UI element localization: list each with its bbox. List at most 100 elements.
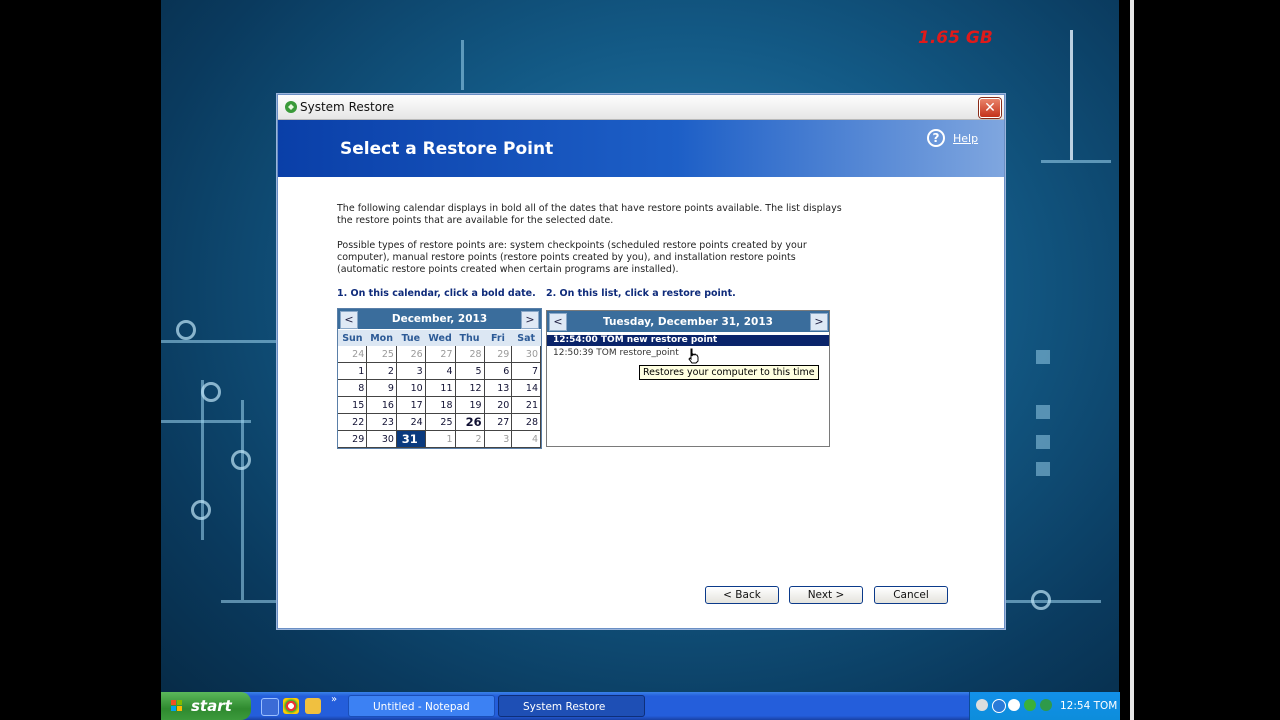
calendar-day[interactable]: 21 <box>511 396 541 414</box>
calendar-grid: Sun Mon Tue Wed Thu Fri Sat 24 25 26 27 … <box>338 330 541 448</box>
calendar-day[interactable]: 1 <box>338 362 368 380</box>
calendar-day[interactable]: 2 <box>366 362 397 380</box>
calendar-day[interactable]: 17 <box>396 396 426 414</box>
close-button[interactable]: ✕ <box>979 98 1001 118</box>
weekday-header: Wed <box>425 330 455 346</box>
calendar-day[interactable]: 9 <box>366 379 397 397</box>
task-label: Untitled - Notepad <box>373 701 470 713</box>
cancel-button[interactable]: Cancel <box>874 586 948 604</box>
calendar-day[interactable]: 30 <box>511 346 541 363</box>
calendar-day[interactable]: 26 <box>396 346 426 363</box>
weekday-header: Thu <box>455 330 485 346</box>
list-instruction: 2. On this list, click a restore point. <box>546 288 736 299</box>
title-bar[interactable]: System Restore ✕ <box>278 95 1004 120</box>
help-icon[interactable]: ? <box>927 129 945 147</box>
calendar-day[interactable]: 23 <box>366 413 397 431</box>
calendar-day-selected[interactable]: 31 <box>396 430 426 448</box>
restore-point-item-selected[interactable]: 12:54:00 TOM new restore point <box>547 335 829 346</box>
calendar-day[interactable]: 25 <box>366 346 397 363</box>
calendar-day[interactable]: 4 <box>425 362 456 380</box>
calendar-day[interactable]: 28 <box>455 346 485 363</box>
restore-point-time: 12:50:39 TOM <box>553 348 617 358</box>
list-header: < Tuesday, December 31, 2013 > <box>547 311 829 332</box>
calendar-day[interactable]: 22 <box>338 413 368 431</box>
windows-logo-icon <box>171 700 182 711</box>
calendar-day[interactable]: 29 <box>484 346 513 363</box>
task-label: System Restore <box>523 701 606 713</box>
restore-point-name: new restore point <box>626 335 718 345</box>
next-button[interactable]: Next > <box>789 586 863 604</box>
weekday-header: Sat <box>511 330 541 346</box>
calendar-day[interactable]: 4 <box>511 430 541 448</box>
calendar-day[interactable]: 1 <box>425 430 456 448</box>
start-label: start <box>191 697 232 715</box>
calendar-day[interactable]: 8 <box>338 379 368 397</box>
network-icon[interactable] <box>992 699 1006 713</box>
media-player-icon[interactable] <box>261 698 279 716</box>
calendar-day[interactable]: 18 <box>425 396 456 414</box>
calendar-day[interactable]: 19 <box>455 396 485 414</box>
calendar-day[interactable]: 25 <box>425 413 456 431</box>
volume-icon[interactable] <box>1008 699 1020 711</box>
memory-usage-overlay: 1.65 GB <box>918 28 993 48</box>
calendar-day[interactable]: 27 <box>425 346 456 363</box>
list-date: Tuesday, December 31, 2013 <box>603 316 773 328</box>
screen-edge-bar <box>1130 0 1134 720</box>
calendar-day[interactable]: 11 <box>425 379 456 397</box>
calendar-day[interactable]: 5 <box>455 362 485 380</box>
calendar-day[interactable]: 14 <box>511 379 541 397</box>
security-icon[interactable] <box>1024 699 1036 711</box>
circuit-node <box>201 382 221 402</box>
header-banner: Select a Restore Point ? Help <box>278 120 1004 177</box>
previous-day-button[interactable]: < <box>549 313 567 331</box>
more-chevron-icon[interactable]: » <box>331 694 337 705</box>
utorrent-icon[interactable] <box>1040 699 1052 711</box>
calendar-day[interactable]: 3 <box>484 430 513 448</box>
calendar-day[interactable]: 27 <box>484 413 513 431</box>
back-button[interactable]: < Back <box>705 586 779 604</box>
calendar-day[interactable]: 24 <box>396 413 426 431</box>
calendar-day[interactable]: 15 <box>338 396 368 414</box>
calendar-day[interactable]: 24 <box>338 346 368 363</box>
calendar-day[interactable]: 10 <box>396 379 426 397</box>
circuit-node <box>176 320 196 340</box>
start-button[interactable]: start <box>161 692 251 720</box>
restore-point-time: 12:54:00 TOM <box>553 335 624 345</box>
calendar-day[interactable]: 3 <box>396 362 426 380</box>
taskbar-system-restore[interactable]: System Restore <box>498 695 645 717</box>
circuit-square <box>1036 435 1050 449</box>
weekday-header: Fri <box>484 330 512 346</box>
calendar-day[interactable]: 2 <box>455 430 485 448</box>
chrome-icon[interactable] <box>283 698 299 714</box>
circuit-square <box>1036 462 1050 476</box>
restore-types-text: Possible types of restore points are: sy… <box>337 240 807 275</box>
calendar-day[interactable]: 28 <box>511 413 541 431</box>
calendar-day[interactable]: 7 <box>511 362 541 380</box>
circuit-trace <box>161 340 281 343</box>
help-link[interactable]: Help <box>953 132 978 145</box>
next-month-button[interactable]: > <box>521 311 539 329</box>
calendar-day-bold[interactable]: 26 <box>455 413 485 431</box>
circuit-node <box>231 450 251 470</box>
calendar-day[interactable]: 29 <box>338 430 368 448</box>
calendar-day[interactable]: 16 <box>366 396 397 414</box>
previous-month-button[interactable]: < <box>340 311 358 329</box>
calendar-day[interactable]: 13 <box>484 379 513 397</box>
system-restore-dialog: System Restore ✕ Select a Restore Point … <box>277 94 1005 629</box>
calendar-month: December, 2013 <box>391 313 488 325</box>
calendar-day[interactable]: 20 <box>484 396 513 414</box>
calendar-instruction: 1. On this calendar, click a bold date. <box>337 288 536 299</box>
calendar-day[interactable]: 6 <box>484 362 513 380</box>
restore-point-tooltip: Restores your computer to this time <box>639 365 819 380</box>
folder-icon[interactable] <box>305 698 321 714</box>
calendar-day[interactable]: 30 <box>366 430 397 448</box>
next-day-button[interactable]: > <box>810 313 828 331</box>
calendar-day[interactable]: 12 <box>455 379 485 397</box>
window-title: System Restore <box>300 100 395 114</box>
clock[interactable]: 12:54 TOM <box>1060 692 1117 720</box>
taskbar-notepad[interactable]: Untitled - Notepad <box>348 695 495 717</box>
circuit-node <box>1031 590 1051 610</box>
tray-chevron-icon[interactable] <box>976 699 988 711</box>
restore-point-name: restore_point <box>619 348 679 358</box>
circuit-square <box>1036 350 1050 364</box>
